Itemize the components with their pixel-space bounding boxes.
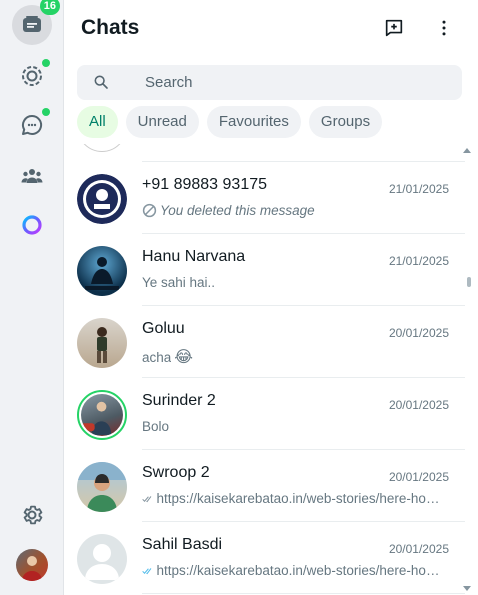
chat-date: 20/01/2025 [388,326,449,340]
more-vertical-icon [442,20,446,36]
gear-icon [23,505,43,525]
chat-row[interactable]: +91 89883 93175 21/01/2025 You deleted t… [65,162,465,234]
chat-list-scrollbar[interactable] [463,144,475,595]
chat-avatar [77,144,127,152]
chat-preview: Bolo [142,419,447,434]
status-nav-button[interactable] [12,56,52,96]
search-bar[interactable] [77,65,462,100]
chat-avatar-photo [81,394,123,436]
channels-update-dot [42,108,50,116]
search-input[interactable] [145,65,445,100]
search-icon [94,75,108,89]
chat-preview-text: acha [142,349,172,365]
chat-row-partial[interactable] [65,144,465,162]
scroll-up-arrow[interactable] [463,148,471,153]
chat-preview-text: https://kaisekarebatao.in/web-stories/he… [156,563,447,578]
person-photo-icon [77,462,127,512]
chat-name: Swroop 2 [142,464,210,481]
chat-preview-text: Bolo [142,419,170,434]
person-with-car-icon [81,401,112,435]
seal-logo-icon [77,174,127,224]
unread-count-badge: 16 [39,0,60,15]
chat-preview: Ye sahi hai.. [142,275,447,290]
new-chat-icon [385,19,403,37]
row-divider [142,593,465,594]
chat-date: 21/01/2025 [388,182,449,196]
communities-nav-button[interactable] [12,156,52,196]
menu-button[interactable] [430,14,458,42]
person-photo-icon [97,327,107,363]
chat-name: +91 89883 93175 [142,176,268,193]
new-chat-button[interactable] [380,14,408,42]
chat-preview: You deleted this message [142,203,447,218]
chat-row[interactable]: Sahil Basdi 20/01/2025 https://kaisekare… [65,522,465,594]
double-check-icon [142,495,152,502]
communities-icon [21,169,43,183]
chats-nav-button[interactable]: 16 [12,0,60,45]
chat-date: 20/01/2025 [388,398,449,412]
chat-preview-text: You deleted this message [160,203,315,218]
chat-preview: https://kaisekarebatao.in/web-stories/he… [142,491,447,506]
double-check-read-icon [142,567,152,574]
chat-name: Hanu Narvana [142,248,246,265]
settings-nav-button[interactable] [12,495,52,535]
chat-preview: https://kaisekarebatao.in/web-stories/he… [142,563,447,578]
navigation-rail: 16 [0,0,64,595]
channels-icon [22,114,43,135]
chat-list-panel: Chats All Unread Favourites Groups [65,0,475,595]
meta-ai-icon [22,215,42,235]
filter-groups[interactable]: Groups [308,106,383,138]
scroll-down-arrow[interactable] [463,586,471,591]
page-title: Chats [81,16,140,39]
default-avatar-icon [85,544,119,580]
filter-favourites[interactable]: Favourites [206,106,301,138]
chat-name: Sahil Basdi [142,536,223,553]
meta-ai-nav-button[interactable] [12,205,52,245]
chat-avatar [77,534,127,584]
channels-nav-button[interactable] [12,105,52,145]
chat-row[interactable]: Surinder 2 20/01/2025 Bolo [65,378,465,450]
chat-preview-text: Ye sahi hai.. [142,275,216,290]
chat-avatar [77,174,127,224]
scroll-thumb[interactable] [467,277,471,287]
chat-name: Surinder 2 [142,392,216,409]
chat-preview: acha 😂 [142,347,447,367]
chat-row[interactable]: Swroop 2 20/01/2025 https://kaisekarebat… [65,450,465,522]
chat-list: +91 89883 93175 21/01/2025 You deleted t… [65,144,465,595]
chat-avatar-with-status [77,390,127,440]
chat-date: 20/01/2025 [388,470,449,484]
chat-date: 20/01/2025 [388,542,449,556]
filter-all[interactable]: All [77,106,118,138]
chat-row[interactable]: Goluu 20/01/2025 acha 😂 [65,306,465,378]
chat-avatar [77,246,127,296]
filter-chips: All Unread Favourites Groups [77,106,383,138]
chat-name: Goluu [142,320,185,337]
profile-photo-icon [22,556,42,581]
status-icon [22,66,42,86]
chat-date: 21/01/2025 [388,254,449,268]
meditating-figure-icon [85,257,119,290]
chats-icon [23,16,41,32]
deleted-message-icon [142,203,157,218]
chat-row[interactable]: Hanu Narvana 21/01/2025 Ye sahi hai.. [65,234,465,306]
chat-avatar [77,462,127,512]
chat-preview-text: https://kaisekarebatao.in/web-stories/he… [156,491,447,506]
status-update-dot [42,59,50,67]
laughing-emoji: 😂 [174,349,193,366]
profile-avatar[interactable] [16,549,48,581]
chat-avatar [77,318,127,368]
filter-unread[interactable]: Unread [125,106,199,138]
